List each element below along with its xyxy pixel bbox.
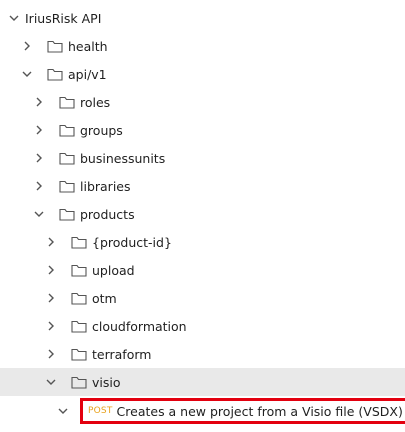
tree-item-api-v1[interactable]: api/v1: [0, 60, 405, 88]
tree-item-label: api/v1: [68, 66, 107, 82]
folder-icon: [71, 235, 87, 249]
tree-item-label: cloudformation: [92, 318, 187, 334]
tree-item-label: otm: [92, 290, 117, 306]
tree-root-iriusrisk-api[interactable]: IriusRisk API: [0, 4, 405, 32]
tree-item-otm[interactable]: otm: [0, 284, 405, 312]
folder-icon: [47, 39, 63, 53]
chevron-right-icon[interactable]: [44, 319, 58, 333]
chevron-right-icon[interactable]: [32, 95, 46, 109]
tree-item-health[interactable]: health: [0, 32, 405, 60]
tree-endpoint-post-visio[interactable]: POST Creates a new project from a Visio …: [0, 397, 405, 425]
chevron-right-icon[interactable]: [44, 263, 58, 277]
tree-item-label: products: [80, 206, 135, 222]
tree-item-businessunits[interactable]: businessunits: [0, 144, 405, 172]
chevron-right-icon[interactable]: [20, 39, 34, 53]
tree-item-product-id[interactable]: {product-id}: [0, 228, 405, 256]
folder-icon: [71, 319, 87, 333]
folder-icon: [71, 375, 87, 389]
endpoint-highlight-box[interactable]: POST Creates a new project from a Visio …: [80, 398, 405, 424]
tree-item-visio[interactable]: visio: [0, 368, 405, 396]
tree-item-label: visio: [92, 374, 121, 390]
folder-icon: [47, 67, 63, 81]
chevron-right-icon[interactable]: [44, 291, 58, 305]
folder-icon: [59, 151, 75, 165]
chevron-down-icon[interactable]: [20, 67, 34, 81]
chevron-down-icon[interactable]: [7, 11, 21, 25]
folder-icon: [71, 347, 87, 361]
chevron-right-icon[interactable]: [32, 123, 46, 137]
folder-icon: [59, 207, 75, 221]
tree-item-label: health: [68, 38, 108, 54]
http-method-badge: POST: [88, 406, 113, 416]
tree-item-libraries[interactable]: libraries: [0, 172, 405, 200]
tree-root-label: IriusRisk API: [25, 10, 102, 26]
tree-item-roles[interactable]: roles: [0, 88, 405, 116]
folder-icon: [71, 291, 87, 305]
chevron-right-icon[interactable]: [44, 347, 58, 361]
tree-item-label: libraries: [80, 178, 131, 194]
chevron-down-icon[interactable]: [32, 207, 46, 221]
chevron-right-icon[interactable]: [32, 179, 46, 193]
chevron-right-icon[interactable]: [32, 151, 46, 165]
tree-item-groups[interactable]: groups: [0, 116, 405, 144]
chevron-down-icon[interactable]: [44, 375, 58, 389]
tree-item-label: upload: [92, 262, 135, 278]
tree-item-label: businessunits: [80, 150, 166, 166]
tree-item-cloudformation[interactable]: cloudformation: [0, 312, 405, 340]
chevron-down-icon[interactable]: [56, 404, 70, 418]
tree-item-label: roles: [80, 94, 111, 110]
tree-item-label: {product-id}: [92, 234, 172, 250]
tree-item-label: groups: [80, 122, 123, 138]
endpoint-label: Creates a new project from a Visio file …: [116, 403, 403, 419]
tree-item-upload[interactable]: upload: [0, 256, 405, 284]
tree-item-terraform[interactable]: terraform: [0, 340, 405, 368]
tree-item-products[interactable]: products: [0, 200, 405, 228]
folder-icon: [59, 95, 75, 109]
folder-icon: [59, 123, 75, 137]
chevron-right-icon[interactable]: [44, 235, 58, 249]
folder-icon: [59, 179, 75, 193]
folder-icon: [71, 263, 87, 277]
tree-item-label: terraform: [92, 346, 152, 362]
